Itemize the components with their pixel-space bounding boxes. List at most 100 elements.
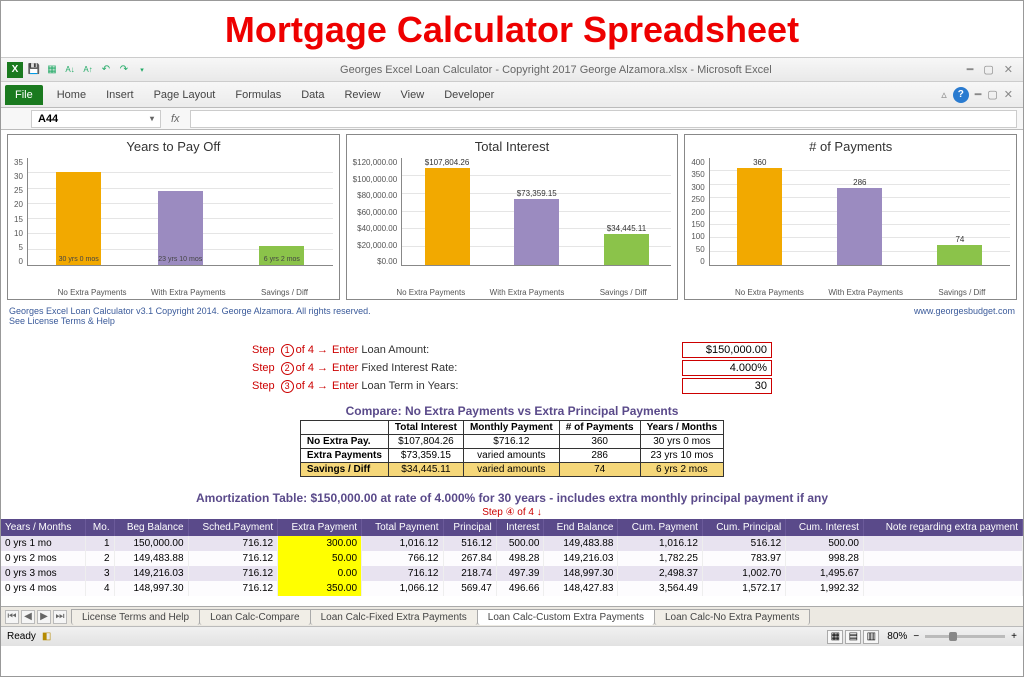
help-icon[interactable]: ? bbox=[953, 87, 969, 103]
chevron-down-icon[interactable]: ▾ bbox=[150, 114, 154, 123]
table-cell[interactable]: 716.12 bbox=[362, 566, 443, 581]
table-cell[interactable]: 0 yrs 2 mos bbox=[1, 551, 85, 566]
next-sheet-icon[interactable]: ▶ bbox=[37, 610, 51, 624]
table-cell[interactable] bbox=[863, 551, 1022, 566]
table-cell[interactable]: 150,000.00 bbox=[114, 536, 188, 551]
table-cell[interactable]: 149,216.03 bbox=[544, 551, 618, 566]
ribbon-minimize-icon[interactable]: ▵ bbox=[941, 88, 947, 101]
window-restore-icon[interactable]: ▢ bbox=[987, 88, 997, 101]
table-cell[interactable]: 998.28 bbox=[786, 551, 864, 566]
zoom-out-icon[interactable]: − bbox=[913, 631, 919, 642]
tab-data[interactable]: Data bbox=[291, 85, 334, 105]
table-cell[interactable]: 350.00 bbox=[278, 581, 362, 596]
tab-developer[interactable]: Developer bbox=[434, 85, 504, 105]
table-cell[interactable]: 267.84 bbox=[443, 551, 496, 566]
table-cell[interactable]: 1,992.32 bbox=[786, 581, 864, 596]
table-cell[interactable]: 766.12 bbox=[362, 551, 443, 566]
redo-icon[interactable]: ↷ bbox=[117, 63, 131, 77]
sheet-tab[interactable]: Loan Calc-Custom Extra Payments bbox=[477, 609, 655, 625]
loan-term-input[interactable] bbox=[682, 378, 772, 394]
table-cell[interactable]: 50.00 bbox=[278, 551, 362, 566]
table-cell[interactable]: 783.97 bbox=[702, 551, 785, 566]
table-cell[interactable]: 300.00 bbox=[278, 536, 362, 551]
table-cell[interactable]: 4 bbox=[85, 581, 114, 596]
sheet-tab[interactable]: Loan Calc-Fixed Extra Payments bbox=[310, 609, 478, 625]
worksheet[interactable]: Years to Pay Off3530252015105030 yrs 0 m… bbox=[1, 130, 1023, 606]
tab-view[interactable]: View bbox=[391, 85, 435, 105]
table-cell[interactable]: 0 yrs 4 mos bbox=[1, 581, 85, 596]
table-cell[interactable]: 569.47 bbox=[443, 581, 496, 596]
table-icon[interactable]: ▦ bbox=[45, 63, 59, 77]
page-break-view-icon[interactable]: ▥ bbox=[863, 630, 879, 644]
tab-page-layout[interactable]: Page Layout bbox=[144, 85, 226, 105]
table-cell[interactable] bbox=[863, 566, 1022, 581]
prev-sheet-icon[interactable]: ◀ bbox=[21, 610, 35, 624]
table-cell[interactable]: 716.12 bbox=[188, 566, 278, 581]
table-cell[interactable] bbox=[863, 581, 1022, 596]
window-minimize-icon[interactable]: ━ bbox=[975, 88, 982, 101]
sheet-tab[interactable]: Loan Calc-No Extra Payments bbox=[654, 609, 811, 625]
table-cell[interactable]: 497.39 bbox=[496, 566, 544, 581]
zoom-percent[interactable]: 80% bbox=[887, 631, 907, 642]
table-cell[interactable]: 500.00 bbox=[496, 536, 544, 551]
table-cell[interactable]: 3 bbox=[85, 566, 114, 581]
tab-review[interactable]: Review bbox=[334, 85, 390, 105]
website-link[interactable]: www.georgesbudget.com bbox=[914, 306, 1015, 326]
table-cell[interactable]: 496.66 bbox=[496, 581, 544, 596]
table-cell[interactable]: 2 bbox=[85, 551, 114, 566]
tab-file[interactable]: File bbox=[5, 85, 43, 105]
sheet-tab[interactable]: Loan Calc-Compare bbox=[199, 609, 311, 625]
table-cell[interactable]: 1,002.70 bbox=[702, 566, 785, 581]
loan-amount-input[interactable] bbox=[682, 342, 772, 358]
table-cell[interactable]: 149,483.88 bbox=[544, 536, 618, 551]
table-cell[interactable]: 148,997.30 bbox=[114, 581, 188, 596]
tab-formulas[interactable]: Formulas bbox=[225, 85, 291, 105]
table-cell[interactable]: 1,066.12 bbox=[362, 581, 443, 596]
sort-az-icon[interactable]: A↓ bbox=[63, 63, 77, 77]
table-cell[interactable]: 498.28 bbox=[496, 551, 544, 566]
table-cell[interactable]: 716.12 bbox=[188, 581, 278, 596]
table-cell[interactable]: 1,782.25 bbox=[618, 551, 703, 566]
table-cell[interactable]: 716.12 bbox=[188, 536, 278, 551]
save-icon[interactable]: 💾 bbox=[27, 63, 41, 77]
interest-rate-input[interactable] bbox=[682, 360, 772, 376]
tab-home[interactable]: Home bbox=[47, 85, 96, 105]
table-cell[interactable]: 0.00 bbox=[278, 566, 362, 581]
name-box[interactable]: A44 ▾ bbox=[31, 110, 161, 128]
formula-input[interactable] bbox=[190, 110, 1017, 128]
table-cell[interactable]: 3,564.49 bbox=[618, 581, 703, 596]
table-cell[interactable]: 148,427.83 bbox=[544, 581, 618, 596]
first-sheet-icon[interactable]: ⏮ bbox=[5, 610, 19, 624]
table-cell[interactable]: 1,016.12 bbox=[618, 536, 703, 551]
normal-view-icon[interactable]: ▦ bbox=[827, 630, 843, 644]
qat-dropdown-icon[interactable]: ▾ bbox=[135, 63, 149, 77]
sort-za-icon[interactable]: A↑ bbox=[81, 63, 95, 77]
close-icon[interactable]: ✕ bbox=[1004, 63, 1013, 76]
table-cell[interactable]: 1,495.67 bbox=[786, 566, 864, 581]
zoom-slider[interactable] bbox=[925, 635, 1005, 638]
table-cell[interactable]: 516.12 bbox=[702, 536, 785, 551]
sheet-tab[interactable]: License Terms and Help bbox=[71, 609, 200, 625]
table-cell[interactable]: 149,216.03 bbox=[114, 566, 188, 581]
maximize-icon[interactable]: ▢ bbox=[983, 63, 993, 76]
table-cell[interactable]: 218.74 bbox=[443, 566, 496, 581]
table-cell[interactable]: 1 bbox=[85, 536, 114, 551]
zoom-in-icon[interactable]: + bbox=[1011, 631, 1017, 642]
page-layout-view-icon[interactable]: ▤ bbox=[845, 630, 861, 644]
table-cell[interactable]: 716.12 bbox=[188, 551, 278, 566]
table-cell[interactable] bbox=[863, 536, 1022, 551]
fx-icon[interactable]: fx bbox=[171, 113, 180, 125]
table-cell[interactable]: 2,498.37 bbox=[618, 566, 703, 581]
table-cell[interactable]: 0 yrs 3 mos bbox=[1, 566, 85, 581]
minimize-icon[interactable]: ━ bbox=[967, 63, 974, 76]
table-cell[interactable]: 516.12 bbox=[443, 536, 496, 551]
undo-icon[interactable]: ↶ bbox=[99, 63, 113, 77]
table-cell[interactable]: 1,572.17 bbox=[702, 581, 785, 596]
tab-insert[interactable]: Insert bbox=[96, 85, 144, 105]
last-sheet-icon[interactable]: ⏭ bbox=[53, 610, 67, 624]
window-close-icon[interactable]: ✕ bbox=[1004, 88, 1013, 101]
table-cell[interactable]: 0 yrs 1 mo bbox=[1, 536, 85, 551]
license-link[interactable]: See License Terms & Help bbox=[9, 316, 371, 326]
table-cell[interactable]: 1,016.12 bbox=[362, 536, 443, 551]
table-cell[interactable]: 149,483.88 bbox=[114, 551, 188, 566]
